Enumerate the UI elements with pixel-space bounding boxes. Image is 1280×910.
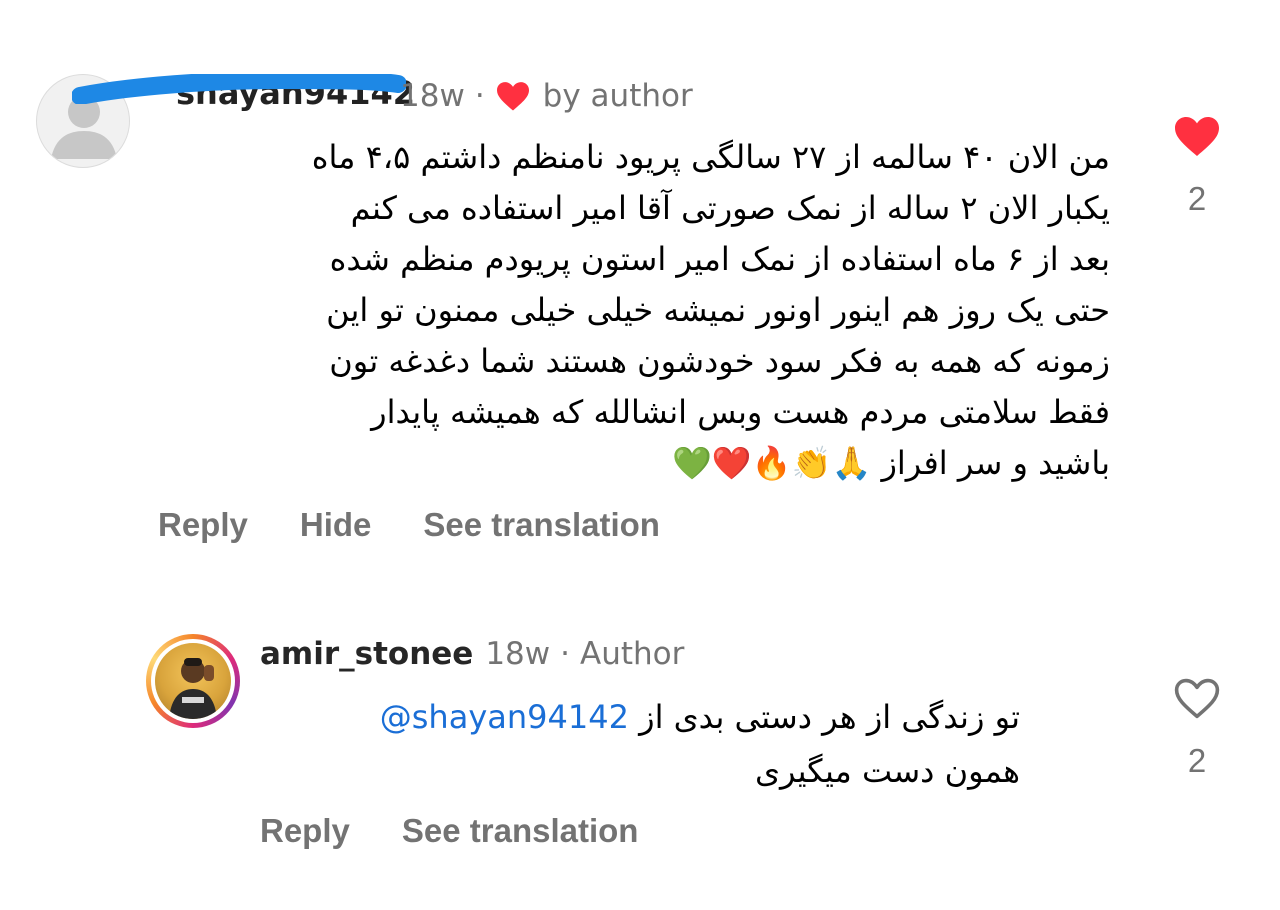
reply-like-column: 2: [1157, 676, 1237, 780]
like-heart-outline-icon[interactable]: [1173, 676, 1221, 728]
reply-line-2: همون دست میگیری: [754, 752, 1020, 790]
reply-time: 18w: [485, 636, 551, 672]
meta-separator: ·: [474, 78, 485, 114]
like-count[interactable]: 2: [1188, 180, 1206, 218]
comment-meta: 18w · by author: [400, 76, 693, 116]
comment-time: 18w: [400, 78, 465, 114]
avatar-ring-inner: [151, 639, 235, 723]
avatar-photo: [155, 643, 231, 719]
meta-separator: ·: [560, 636, 570, 672]
reply-body: تو زندگی از هر دستی بدی از @shayan94142 …: [260, 690, 1020, 798]
like-heart-filled-icon[interactable]: [1173, 114, 1221, 166]
comment-body: من الان ۴۰ سالمه از ۲۷ سالگی پریود نامنظ…: [158, 132, 1110, 489]
comment-line: حتی یک روز هم اینور اونور نمیشه خیلی خیل…: [326, 291, 1110, 329]
reply-actions: Reply See translation: [260, 812, 638, 850]
reply-username[interactable]: amir_stonee: [260, 636, 473, 672]
reply-button[interactable]: Reply: [260, 812, 350, 850]
profile-person-image: [169, 658, 217, 719]
redaction-scribble: [72, 74, 406, 104]
hide-button[interactable]: Hide: [300, 506, 372, 544]
comment-line: من الان ۴۰ سالمه از ۲۷ سالگی پریود نامنظ…: [311, 138, 1110, 176]
like-count[interactable]: 2: [1188, 742, 1206, 780]
comment-like-column: 2: [1157, 114, 1237, 218]
see-translation-button[interactable]: See translation: [423, 506, 660, 544]
comment-line: بعد از ۶ ماه استفاده از نمک امیر استون پ…: [329, 240, 1110, 278]
mention-link[interactable]: @shayan94142: [380, 698, 629, 736]
liked-by-author-label: by author: [542, 78, 693, 114]
reply-line-1: تو زندگی از هر دستی بدی از @shayan94142: [260, 690, 1020, 744]
reply-line-text: تو زندگی از هر دستی بدی از: [639, 698, 1020, 736]
comment-line: زمونه که همه به فکر سود خودشون هستند شما…: [329, 342, 1110, 380]
comment-actions: Reply Hide See translation: [158, 506, 660, 544]
author-heart-icon: [495, 80, 531, 112]
comment-line: یکبار الان ۲ ساله از نمک صورتی آقا امیر …: [350, 189, 1110, 227]
author-badge: Author: [580, 636, 685, 672]
comment-line: فقط سلامتی مردم هست وبس انشالله که همیشه…: [371, 393, 1110, 431]
comment-line: باشید و سر افراز 🙏👏🔥❤️💚: [672, 444, 1110, 482]
reply-avatar[interactable]: [146, 634, 240, 728]
see-translation-button[interactable]: See translation: [402, 812, 639, 850]
reply-button[interactable]: Reply: [158, 506, 248, 544]
reply-meta: amir_stonee 18w · Author: [260, 634, 684, 674]
